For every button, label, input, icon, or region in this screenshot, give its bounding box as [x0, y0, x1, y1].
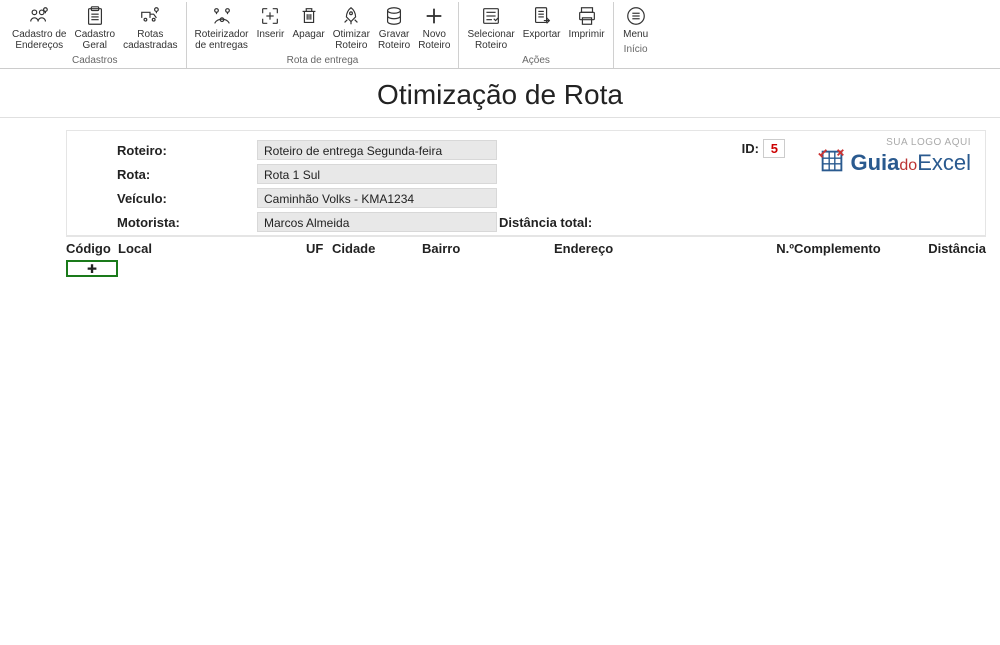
group-title: Ações: [522, 55, 550, 66]
logo-guia: Guia: [851, 150, 900, 175]
id-value[interactable]: 5: [763, 139, 785, 158]
logo-do: do: [899, 157, 917, 174]
header-cidade: Cidade: [332, 241, 422, 256]
users-pin-icon: [27, 4, 51, 28]
roteiro-label: Roteiro:: [77, 143, 257, 158]
plus-icon: [422, 4, 446, 28]
header-numero: N.º: [764, 241, 794, 256]
ribbon-label: Cadastro Geral: [74, 29, 115, 51]
logo-block: SUA LOGO AQUI GuiadoExcel: [817, 137, 972, 179]
map-pins-icon: [210, 4, 234, 28]
table-headers: Código Local UF Cidade Bairro Endereço N…: [66, 236, 986, 260]
menu-icon: [624, 4, 648, 28]
header-bairro: Bairro: [422, 241, 554, 256]
active-cell[interactable]: ✚: [66, 260, 118, 277]
group-title: Rota de entrega: [287, 55, 359, 66]
rota-value[interactable]: Rota 1 Sul: [257, 164, 497, 184]
ribbon-label: Novo Roteiro: [418, 29, 450, 51]
header-uf: UF: [306, 241, 332, 256]
header-endereco: Endereço: [554, 241, 764, 256]
id-label: ID:: [742, 141, 759, 156]
header-codigo: Código: [66, 241, 118, 256]
ribbon-label: Rotas cadastradas: [123, 29, 177, 51]
logo-excel: Excel: [917, 150, 971, 175]
menu-button[interactable]: Menu: [618, 2, 654, 42]
novo-button[interactable]: Novo Roteiro: [414, 2, 454, 53]
header-complemento: Complemento: [794, 241, 922, 256]
ribbon-label: Exportar: [523, 29, 561, 40]
id-block: ID: 5: [742, 139, 785, 158]
insert-icon: [258, 4, 282, 28]
ribbon-label: Cadastro de Endereços: [12, 29, 66, 51]
group-title: Cadastros: [72, 55, 118, 66]
ribbon-label: Inserir: [257, 29, 285, 40]
exportar-button[interactable]: Exportar: [519, 2, 565, 42]
rotas-cadastradas-button[interactable]: Rotas cadastradas: [119, 2, 181, 53]
ribbon-group-inicio: Menu Início: [614, 2, 658, 68]
cadastro-enderecos-button[interactable]: Cadastro de Endereços: [8, 2, 70, 53]
ribbon-label: Roteirizador de entregas: [195, 29, 249, 51]
apagar-button[interactable]: Apagar: [288, 2, 328, 42]
truck-pin-icon: [138, 4, 162, 28]
ribbon-label: Otimizar Roteiro: [333, 29, 370, 51]
form-area: ID: 5 SUA LOGO AQUI GuiadoExcel Roteiro:…: [66, 130, 986, 236]
distancia-total-label: Distância total:: [499, 215, 649, 230]
rocket-icon: [339, 4, 363, 28]
selecionar-button[interactable]: Selecionar Roteiro: [463, 2, 518, 53]
ribbon-group-acoes: Selecionar Roteiro Exportar Imprimir Açõ…: [459, 2, 613, 68]
otimizar-button[interactable]: Otimizar Roteiro: [329, 2, 374, 53]
inserir-button[interactable]: Inserir: [252, 2, 288, 42]
ribbon-label: Apagar: [292, 29, 324, 40]
imprimir-button[interactable]: Imprimir: [565, 2, 609, 42]
clipboard-icon: [83, 4, 107, 28]
header-local: Local: [118, 241, 306, 256]
roteirizador-button[interactable]: Roteirizador de entregas: [191, 2, 253, 53]
roteiro-value[interactable]: Roteiro de entrega Segunda-feira: [257, 140, 497, 160]
cursor-plus-icon: ✚: [87, 263, 97, 275]
printer-icon: [575, 4, 599, 28]
ribbon-label: Imprimir: [569, 29, 605, 40]
page-title: Otimização de Rota: [0, 69, 1000, 118]
ribbon-group-rota: Roteirizador de entregas Inserir Apagar …: [187, 2, 460, 68]
ribbon: Cadastro de Endereços Cadastro Geral Rot…: [0, 0, 1000, 69]
database-icon: [382, 4, 406, 28]
select-list-icon: [479, 4, 503, 28]
content: ID: 5 SUA LOGO AQUI GuiadoExcel Roteiro:…: [0, 118, 1000, 277]
veiculo-value[interactable]: Caminhão Volks - KMA1234: [257, 188, 497, 208]
cadastro-geral-button[interactable]: Cadastro Geral: [70, 2, 119, 53]
veiculo-label: Veículo:: [77, 191, 257, 206]
ribbon-label: Gravar Roteiro: [378, 29, 410, 51]
ribbon-label: Menu: [623, 29, 648, 40]
trash-icon: [297, 4, 321, 28]
motorista-label: Motorista:: [77, 215, 257, 230]
ribbon-label: Selecionar Roteiro: [467, 29, 514, 51]
group-title: Início: [624, 44, 648, 55]
export-doc-icon: [530, 4, 554, 28]
gravar-button[interactable]: Gravar Roteiro: [374, 2, 414, 53]
ribbon-group-cadastros: Cadastro de Endereços Cadastro Geral Rot…: [4, 2, 187, 68]
motorista-value[interactable]: Marcos Almeida: [257, 212, 497, 232]
header-distancia: Distância: [922, 241, 986, 256]
rota-label: Rota:: [77, 167, 257, 182]
logo-icon: [817, 146, 847, 179]
